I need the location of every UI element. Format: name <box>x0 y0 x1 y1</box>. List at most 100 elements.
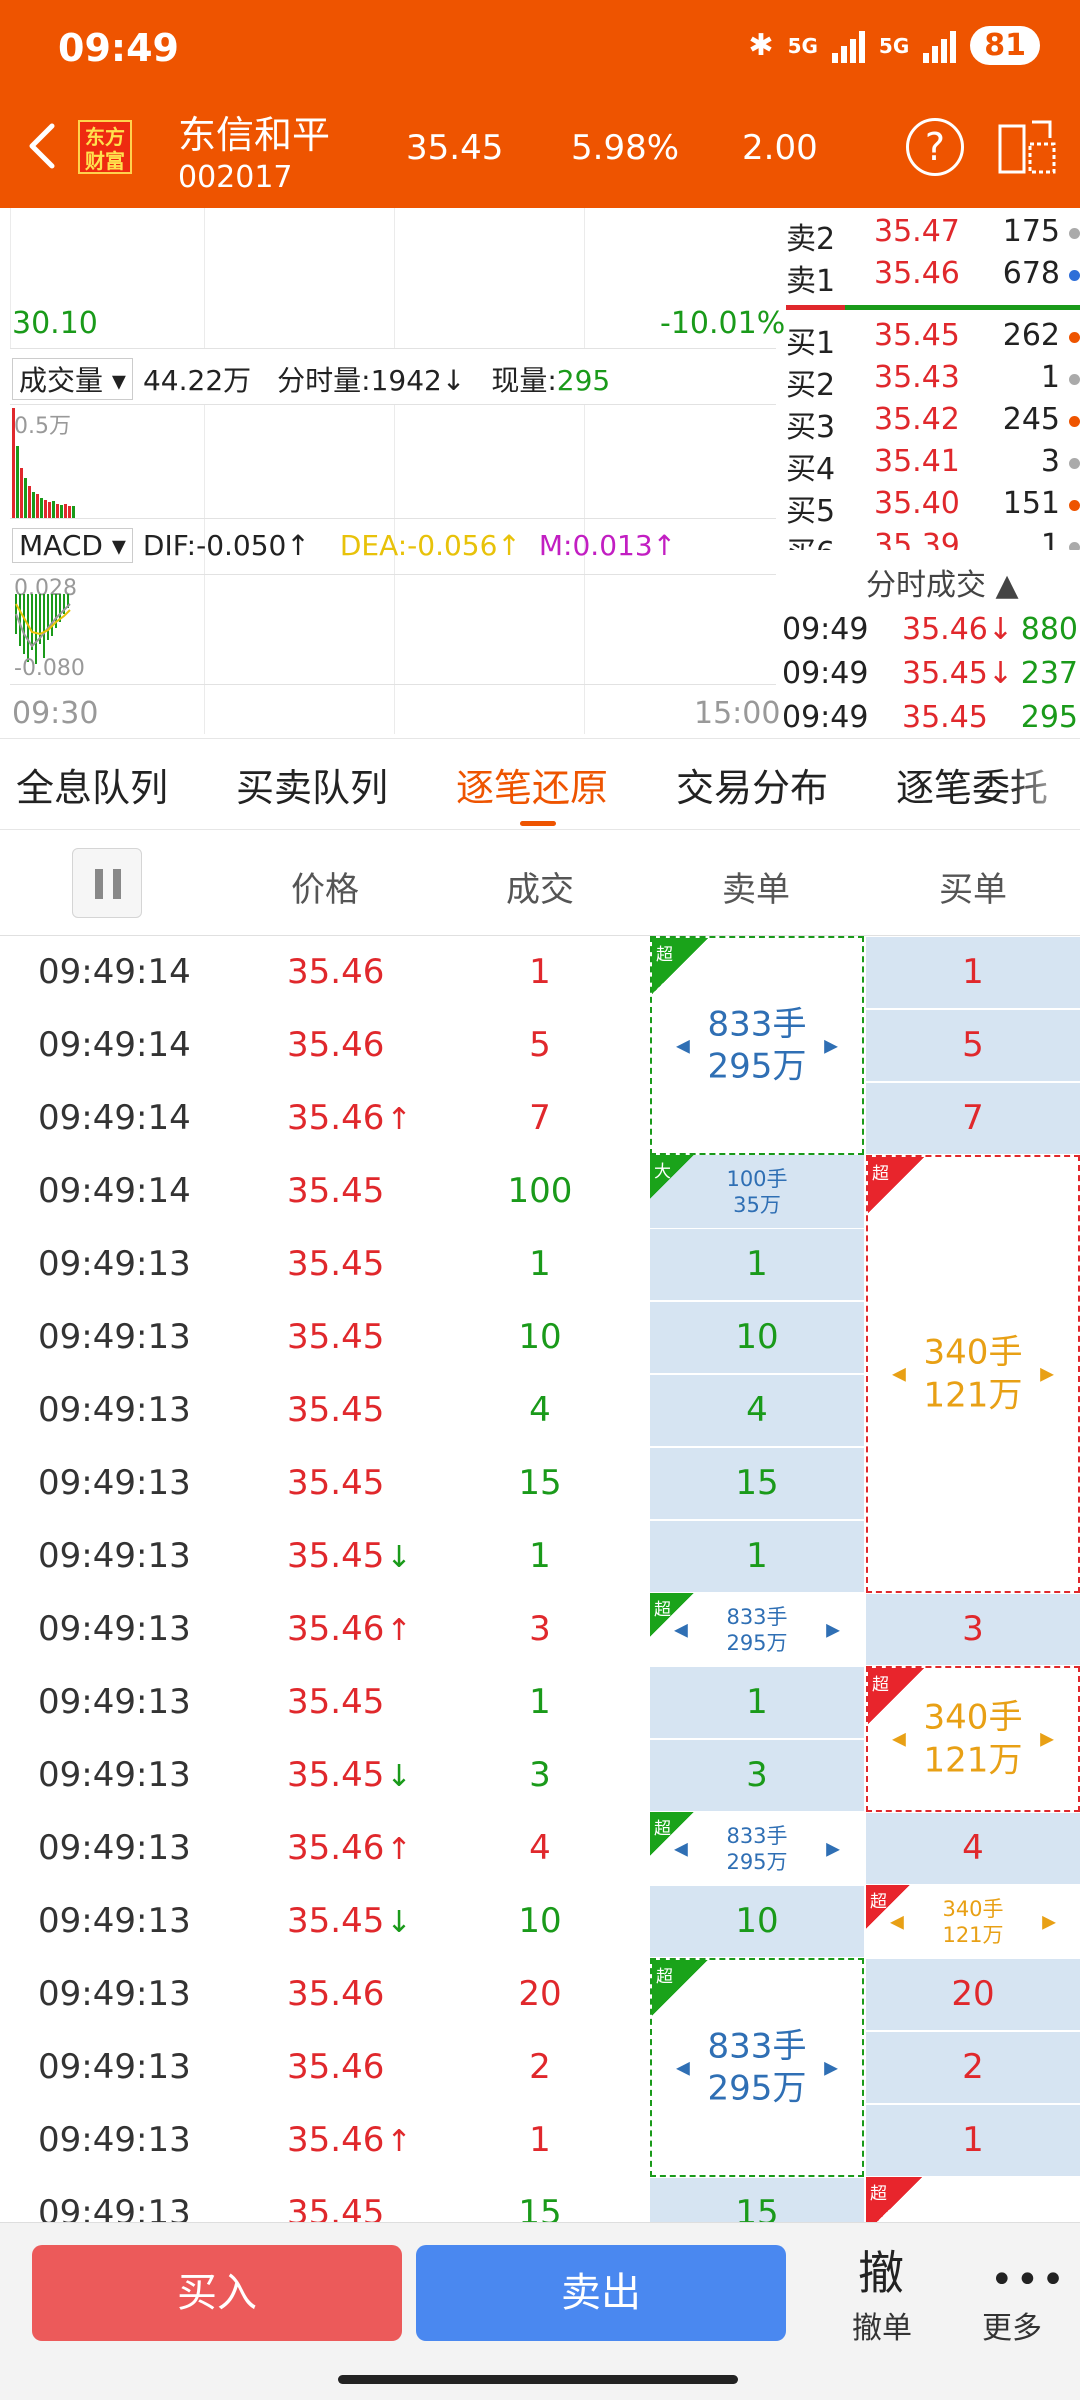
bid-price: 35.43 <box>874 360 960 395</box>
volume-select[interactable]: 成交量 ▾ <box>12 358 133 400</box>
bid-row[interactable]: 买6 35.39 1 <box>782 528 1080 550</box>
sell-big-order[interactable]: 大 100手 35万 <box>650 1155 864 1228</box>
layout-switch-icon[interactable] <box>996 116 1060 178</box>
tab-1[interactable]: 买卖队列 <box>236 757 388 812</box>
sell-order-cell[interactable]: 1 <box>650 1667 864 1738</box>
sell-big-order[interactable]: 超 833手 295万 ◀ ▶ <box>650 1958 864 2177</box>
next-order-icon[interactable]: ▶ <box>824 1035 838 1056</box>
buy-big-order[interactable]: 超 <box>866 2177 1080 2222</box>
ask-row[interactable]: 卖2 35.47 175 <box>782 214 1080 257</box>
battery-indicator: 81 <box>970 26 1040 65</box>
column-sell: 卖单 <box>722 870 790 910</box>
pause-button[interactable] <box>72 848 142 918</box>
more-icon[interactable]: ••• <box>990 2257 1067 2303</box>
buy-big-order[interactable]: 超 340手 121万 ◀ ▶ <box>866 1155 1080 1593</box>
trade-time: 09:49:13 <box>38 1609 191 1649</box>
trade-price: 35.45↓ <box>287 1901 412 1941</box>
next-order-icon[interactable]: ▶ <box>826 1619 840 1640</box>
trade-time: 09:49:14 <box>38 1098 191 1138</box>
buy-order-cell[interactable]: 5 <box>866 1010 1080 1081</box>
cancel-order-label[interactable]: 撤单 <box>852 2303 912 2347</box>
more-label[interactable]: 更多 <box>982 2303 1042 2347</box>
trade-volume: 15 <box>518 2193 562 2222</box>
prev-order-icon[interactable]: ◀ <box>676 1035 690 1056</box>
tab-2[interactable]: 逐笔还原 <box>456 757 608 812</box>
next-order-icon[interactable]: ▶ <box>826 1838 840 1859</box>
volume-now-value: 295 <box>556 364 611 397</box>
trade-volume: 1 <box>529 2120 551 2160</box>
sell-order-cell[interactable]: 10 <box>650 1302 864 1373</box>
tick-volume: 237 <box>1020 656 1078 691</box>
bid-price: 35.41 <box>874 444 960 479</box>
sell-order-cell[interactable]: 10 <box>650 1886 864 1957</box>
signal-icon <box>831 29 865 63</box>
bid-row[interactable]: 买5 35.40 151 <box>782 486 1080 529</box>
pause-bar-right <box>113 869 121 899</box>
help-icon[interactable]: ? <box>906 118 964 176</box>
bid-row[interactable]: 买1 35.45 262 <box>782 318 1080 361</box>
buy-order-cell[interactable]: 2 <box>866 2032 1080 2103</box>
buy-order-cell[interactable]: 1 <box>866 937 1080 1008</box>
badge-label: 超 <box>872 1675 889 1695</box>
chart-low-price: 30.10 <box>12 306 98 341</box>
bid-dot-icon <box>1069 332 1080 343</box>
intraday-chart[interactable] <box>0 208 780 738</box>
volume-select-label: 成交量 <box>19 364 104 397</box>
trade-price: 35.46 <box>287 1974 385 2014</box>
macd-select-label: MACD <box>19 529 103 562</box>
prev-order-icon[interactable]: ◀ <box>890 1911 904 1932</box>
buy-order-cell[interactable]: 20 <box>866 1959 1080 2030</box>
prev-order-icon[interactable]: ◀ <box>676 2057 690 2078</box>
bid-row[interactable]: 买2 35.43 1 <box>782 360 1080 403</box>
sell-big-order[interactable]: 超 833手 295万 ◀ ▶ <box>650 936 864 1155</box>
sell-button[interactable]: 卖出 <box>416 2245 786 2341</box>
trade-price: 35.45 <box>287 1171 385 1211</box>
buy-order-cell[interactable]: 1 <box>866 2105 1080 2176</box>
trade-volume: 100 <box>507 1171 573 1211</box>
sell-big-order[interactable]: 超 833手 295万 ◀ ▶ <box>650 1593 864 1666</box>
buy-order-cell[interactable]: 3 <box>866 1594 1080 1665</box>
buy-big-order[interactable]: 超 340手 121万 ◀ ▶ <box>866 1666 1080 1812</box>
sell-order-cell[interactable]: 15 <box>650 2178 864 2222</box>
sell-order-cell[interactable]: 3 <box>650 1740 864 1811</box>
bid-label: 买3 <box>786 410 836 445</box>
macd-select[interactable]: MACD ▾ <box>12 528 133 563</box>
sell-big-order[interactable]: 超 833手 295万 ◀ ▶ <box>650 1812 864 1885</box>
buy-button[interactable]: 买入 <box>32 2245 402 2341</box>
order-size-badge: 超 <box>652 938 708 994</box>
buy-order-cell[interactable]: 7 <box>866 1083 1080 1154</box>
tab-3[interactable]: 交易分布 <box>676 757 828 812</box>
order-book[interactable]: 卖2 35.47 175 卖1 35.46 678 买1 35.45 262 买2 35.43 1 买3… <box>782 208 1080 738</box>
trade-price: 35.46 <box>287 952 385 992</box>
volume-now: 现量:295 <box>491 359 610 399</box>
status-time: 09:49 <box>58 26 179 70</box>
sell-order-cell[interactable]: 1 <box>650 1229 864 1300</box>
sell-order-cell[interactable]: 15 <box>650 1448 864 1519</box>
order-size-badge: 超 <box>652 1960 708 2016</box>
next-order-icon[interactable]: ▶ <box>1040 1364 1054 1385</box>
trade-volume: 1 <box>529 1682 551 1722</box>
next-order-icon[interactable]: ▶ <box>824 2057 838 2078</box>
sell-order-cell[interactable]: 4 <box>650 1375 864 1446</box>
time-sales-title[interactable]: 分时成交 ▲ <box>866 560 1019 604</box>
prev-order-icon[interactable]: ◀ <box>674 1619 688 1640</box>
arrow-up-icon: ↑ <box>386 1613 412 1648</box>
bid-row[interactable]: 买3 35.42 245 <box>782 402 1080 445</box>
trade-row: 09:49:13 35.45↓ 3 <box>0 1739 650 1812</box>
buy-order-cell[interactable]: 4 <box>866 1813 1080 1884</box>
next-order-icon[interactable]: ▶ <box>1040 1729 1054 1750</box>
ask-row[interactable]: 卖1 35.46 678 <box>782 256 1080 299</box>
home-indicator[interactable] <box>338 2375 738 2384</box>
buy-big-order[interactable]: 超 340手 121万 ◀ ▶ <box>866 1885 1080 1958</box>
prev-order-icon[interactable]: ◀ <box>674 1838 688 1859</box>
next-order-icon[interactable]: ▶ <box>1042 1911 1056 1932</box>
header-percent: 5.98% <box>571 128 680 168</box>
sell-order-cell[interactable]: 1 <box>650 1521 864 1592</box>
prev-order-icon[interactable]: ◀ <box>892 1364 906 1385</box>
cancel-order-icon[interactable]: 撤 <box>858 2237 904 2303</box>
prev-order-icon[interactable]: ◀ <box>892 1729 906 1750</box>
tick-trades-list[interactable]: 09:49:14 35.46 1 09:49:14 35.46 5 09:49:14 35.4… <box>0 936 1080 2222</box>
bid-row[interactable]: 买4 35.41 3 <box>782 444 1080 487</box>
tab-0[interactable]: 全息队列 <box>16 757 168 812</box>
back-arrow-icon[interactable] <box>22 118 62 174</box>
